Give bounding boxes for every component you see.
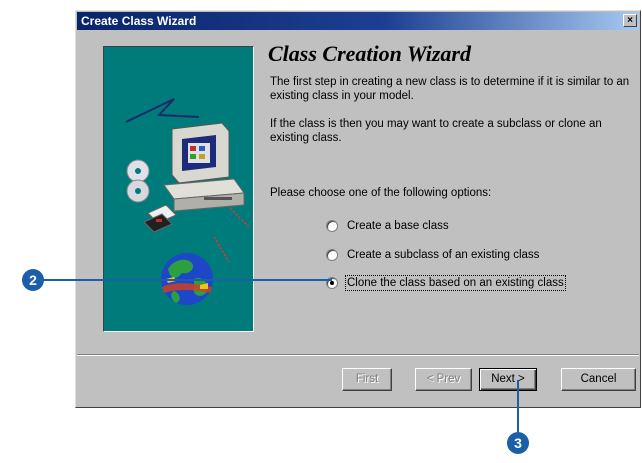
- options-prompt: Please choose one of the following optio…: [270, 187, 492, 199]
- wizard-dialog: Create Class Wizard × Class Creation Wiz…: [75, 10, 641, 408]
- first-button[interactable]: First: [342, 368, 392, 391]
- callout-badge-3: 3: [507, 432, 529, 454]
- callout-line-2: [32, 279, 332, 281]
- close-icon[interactable]: ×: [623, 14, 637, 27]
- intro-paragraph-2: If the class is then you may want to cre…: [270, 118, 602, 144]
- option-clone-class[interactable]: Clone the class based on an existing cla…: [326, 275, 566, 291]
- floppy-disk-icon: [143, 204, 177, 233]
- option-label: Create a base class: [347, 220, 449, 232]
- computer-globe-illustration: [125, 98, 250, 305]
- wizard-illustration: [103, 46, 254, 332]
- separator: [77, 354, 639, 356]
- computer-icon: [163, 122, 245, 212]
- radio-button[interactable]: [326, 249, 338, 261]
- option-label: Create a subclass of an existing class: [347, 249, 540, 261]
- callout-line-3: [517, 380, 519, 432]
- callout-badge-2: 2: [22, 269, 44, 291]
- option-base-class[interactable]: Create a base class: [326, 218, 449, 234]
- option-subclass[interactable]: Create a subclass of an existing class: [326, 247, 539, 263]
- option-label: Clone the class based on an existing cla…: [345, 275, 566, 291]
- prev-button[interactable]: < Prev: [415, 368, 472, 391]
- title-bar[interactable]: Create Class Wizard ×: [77, 12, 639, 30]
- page-title: Class Creation Wizard: [268, 41, 471, 66]
- intro-paragraph-1: The first step in creating a new class i…: [270, 76, 630, 102]
- radio-button[interactable]: [326, 220, 338, 232]
- cancel-button[interactable]: Cancel: [561, 368, 636, 391]
- next-button[interactable]: Next >: [479, 368, 537, 391]
- window-title: Create Class Wizard: [81, 14, 197, 28]
- cd-disc-icon: [126, 159, 150, 203]
